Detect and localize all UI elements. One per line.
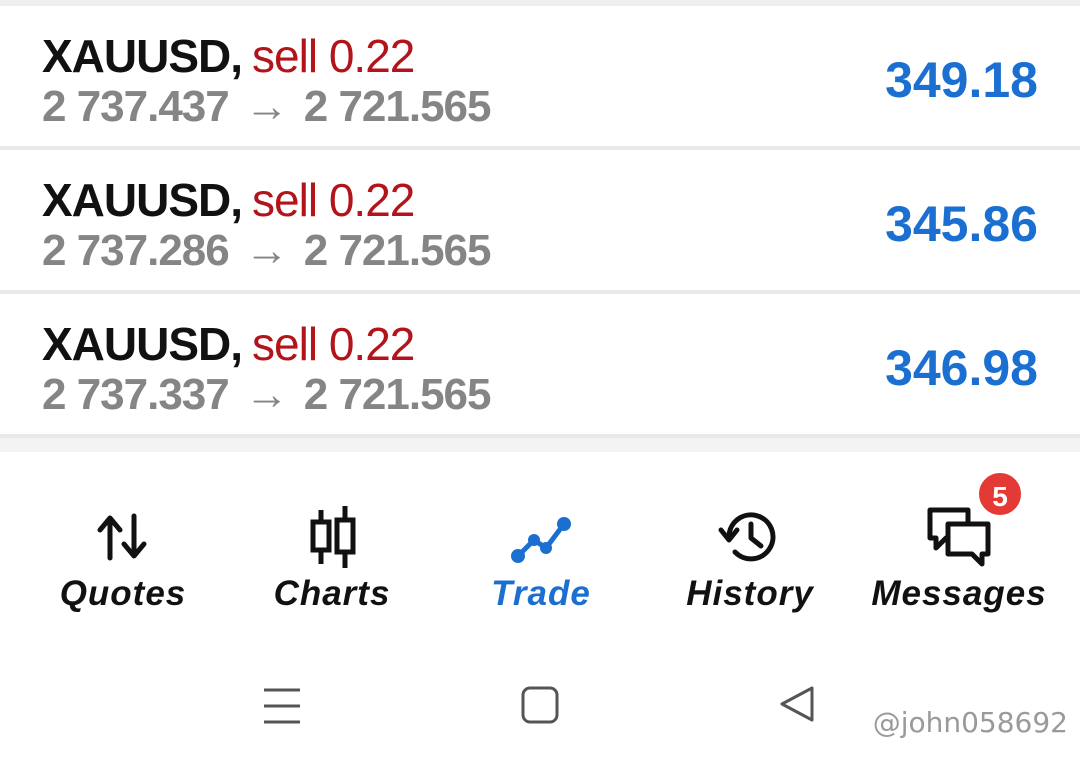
candlestick-icon bbox=[310, 506, 356, 568]
tab-charts-label: Charts bbox=[273, 574, 391, 613]
tab-trade[interactable]: Trade bbox=[436, 492, 646, 632]
trade-comma: , bbox=[230, 30, 243, 82]
trade-row[interactable]: XAUUSD, sell 0.22 2 737.437 → 2 721.565 349… bbox=[0, 6, 1080, 150]
price-arrow: → bbox=[244, 82, 289, 131]
trade-prices: 2 737.286 → 2 721.565 bbox=[42, 226, 491, 276]
trade-symbol: XAUUSD bbox=[42, 318, 231, 370]
tab-history-label: History bbox=[686, 574, 814, 613]
bottom-tab-bar: Quotes Charts Trade History Messages bbox=[0, 452, 1080, 642]
messages-icon bbox=[927, 507, 991, 567]
messages-badge: 5 bbox=[976, 470, 1024, 518]
home-square-icon[interactable] bbox=[510, 682, 570, 732]
trade-line-icon bbox=[511, 517, 571, 563]
tab-messages[interactable]: Messages bbox=[854, 492, 1064, 632]
tab-charts[interactable]: Charts bbox=[227, 492, 437, 632]
trade-title: XAUUSD, sell 0.22 bbox=[42, 174, 415, 226]
trade-symbol: XAUUSD bbox=[42, 174, 231, 226]
price-arrow: → bbox=[244, 370, 289, 419]
trade-profit: 349.18 bbox=[885, 52, 1038, 108]
tab-quotes[interactable]: Quotes bbox=[18, 492, 228, 632]
trade-title: XAUUSD, sell 0.22 bbox=[42, 30, 415, 82]
trade-row[interactable]: XAUUSD, sell 0.22 2 737.337 → 2 721.565 346… bbox=[0, 294, 1080, 438]
trade-side: sell 0.22 bbox=[252, 30, 415, 82]
price-arrow: → bbox=[244, 226, 289, 275]
history-clock-icon bbox=[718, 512, 776, 562]
trade-profit: 346.98 bbox=[885, 340, 1038, 396]
current-price: 2 721.565 bbox=[303, 370, 492, 419]
trade-prices: 2 737.437 → 2 721.565 bbox=[42, 82, 491, 132]
trade-profit: 345.86 bbox=[885, 196, 1038, 252]
tab-quotes-label: Quotes bbox=[59, 574, 187, 613]
trade-title: XAUUSD, sell 0.22 bbox=[42, 318, 415, 370]
open-price: 2 737.337 bbox=[42, 370, 230, 419]
trade-list: XAUUSD, sell 0.22 2 737.437 → 2 721.565 349… bbox=[0, 6, 1080, 438]
trade-row[interactable]: XAUUSD, sell 0.22 2 737.286 → 2 721.565 345… bbox=[0, 150, 1080, 294]
menu-icon[interactable] bbox=[252, 682, 312, 732]
open-price: 2 737.286 bbox=[42, 226, 230, 275]
quotes-arrows-icon bbox=[97, 513, 147, 561]
trade-comma: , bbox=[230, 174, 243, 226]
trade-symbol: XAUUSD bbox=[42, 30, 231, 82]
trade-side: sell 0.22 bbox=[252, 318, 415, 370]
trade-comma: , bbox=[230, 318, 243, 370]
tab-trade-label: Trade bbox=[491, 574, 591, 613]
back-triangle-icon[interactable] bbox=[768, 682, 828, 732]
current-price: 2 721.565 bbox=[303, 226, 492, 275]
tab-history[interactable]: History bbox=[645, 492, 855, 632]
watermark: @john058692 bbox=[872, 706, 1068, 739]
trade-prices: 2 737.337 → 2 721.565 bbox=[42, 370, 491, 420]
list-tab-separator bbox=[0, 438, 1080, 452]
tab-messages-label: Messages bbox=[871, 574, 1047, 613]
trade-side: sell 0.22 bbox=[252, 174, 415, 226]
open-price: 2 737.437 bbox=[42, 82, 230, 131]
current-price: 2 721.565 bbox=[303, 82, 492, 131]
